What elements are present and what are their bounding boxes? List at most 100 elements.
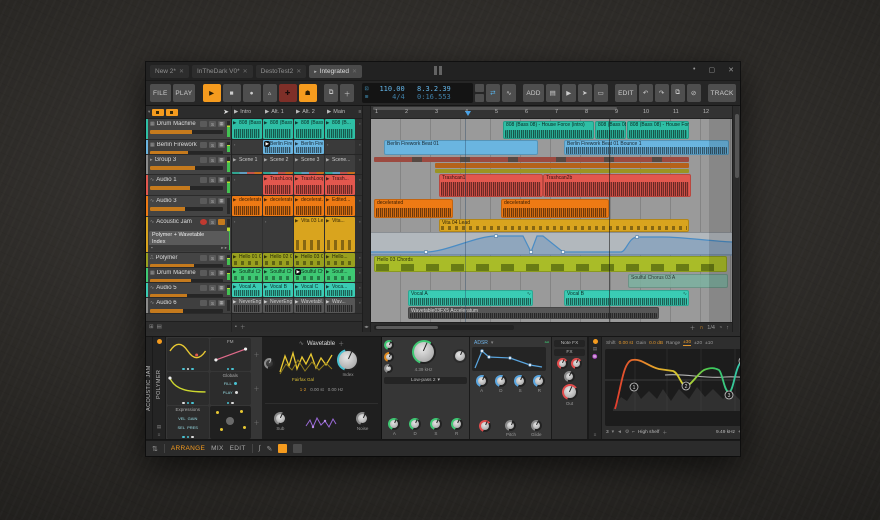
- group-clip-stripe[interactable]: [435, 163, 689, 168]
- arranger-content[interactable]: 808 (Bass 08) - House Force (intro) 808 …: [371, 119, 732, 322]
- arranger-clip[interactable]: decelerated: [374, 199, 453, 218]
- band-type-value[interactable]: High shelf: [638, 430, 659, 435]
- arranger-clip[interactable]: 808 (Bass 08) - House Force (intro): [503, 121, 594, 139]
- track-name[interactable]: Audio 5: [156, 285, 198, 291]
- add-icon[interactable]: ＋: [338, 339, 344, 348]
- solo-button[interactable]: S: [209, 177, 216, 183]
- clip-slot[interactable]: ▶Vocal B: [263, 283, 293, 297]
- chevron-down-icon[interactable]: ▾: [491, 340, 494, 346]
- globals-cell[interactable]: Globals FILL PLAY: [210, 372, 252, 405]
- track-name[interactable]: Audio 3: [156, 198, 198, 204]
- monitor-button[interactable]: ▦: [218, 255, 225, 261]
- glide-knob[interactable]: [531, 420, 542, 431]
- chevron-down-icon[interactable]: ▾: [612, 430, 614, 435]
- xy-cursor-icon[interactable]: [226, 417, 234, 425]
- undo-button[interactable]: ↶: [639, 84, 653, 102]
- song-time[interactable]: 0:16.553: [417, 93, 451, 101]
- pres-button[interactable]: PRES: [187, 425, 198, 430]
- clip-play-icon[interactable]: ▶: [326, 176, 329, 182]
- track-row[interactable]: ▸Group 3S▦: [146, 155, 231, 175]
- group-scene-slot[interactable]: ▶Scene 1: [232, 155, 262, 174]
- clip-slot[interactable]: ▶TrashLoop1: [263, 175, 293, 195]
- play-menu-button[interactable]: PLAY: [173, 84, 196, 102]
- clip-slot[interactable]: ▶808 (B...: [325, 119, 355, 139]
- clip-slot[interactable]: ▶Vita...: [325, 217, 355, 252]
- monitor-button[interactable]: ▦: [218, 121, 225, 127]
- gain-value[interactable]: 0.0 dB: [649, 341, 663, 346]
- clip-play-icon[interactable]: ▶: [264, 120, 267, 126]
- xy-pad-cell[interactable]: [210, 406, 252, 439]
- clip-play-icon[interactable]: ▶: [326, 254, 329, 260]
- timeline-ruler[interactable]: 1 2 3 4 5 6 7 8 9 10 11 12: [371, 106, 732, 119]
- clip-play-icon[interactable]: ▶: [264, 299, 267, 305]
- clip-slot[interactable]: ▶808 (Bass...: [294, 119, 324, 139]
- tab-mix[interactable]: MIX: [211, 445, 223, 452]
- clip-play-icon[interactable]: ▶: [264, 176, 267, 182]
- track-name[interactable]: Berlin Firework Kit: [157, 142, 198, 148]
- preset-icon[interactable]: ▤: [593, 346, 597, 352]
- group-clip-stripe[interactable]: [435, 169, 689, 173]
- clip-play-icon[interactable]: ▶: [326, 218, 329, 224]
- track-options-icon[interactable]: ▾: [148, 109, 150, 115]
- clip-slot[interactable]: ▶Vocal C: [294, 283, 324, 297]
- clip-slot[interactable]: ▶Hello 01 C...: [232, 253, 262, 267]
- edit-menu-button[interactable]: EDIT: [615, 84, 636, 102]
- range-10-button[interactable]: ±10: [705, 341, 713, 346]
- mute-button[interactable]: [200, 198, 207, 204]
- monitor-button[interactable]: ▦: [218, 270, 225, 276]
- group-scene-slot[interactable]: ▶Scene 2: [263, 155, 293, 174]
- clip-slot-playing[interactable]: ▶Soulful Cho...: [294, 268, 324, 282]
- env-a-knob[interactable]: [388, 418, 400, 430]
- automation-curve-icon[interactable]: ∫: [259, 445, 261, 452]
- track-row[interactable]: ∿Audio 1S▦: [146, 175, 231, 196]
- clip-play-icon[interactable]: ▶: [264, 197, 267, 203]
- track-name[interactable]: Audio 6: [156, 300, 198, 306]
- fill-button[interactable]: ∿: [502, 84, 516, 102]
- arranger-clip[interactable]: Berlin Firework Beat 01 Bounce 1: [564, 140, 729, 155]
- clip-slot[interactable]: ▶Hello 03 C...: [294, 253, 324, 267]
- arranger-clip[interactable]: Vocal B∿: [564, 290, 689, 306]
- list-icon[interactable]: ▤: [157, 324, 162, 330]
- oscillator-cell[interactable]: [167, 338, 209, 371]
- clip-play-icon[interactable]: ▶: [295, 120, 298, 126]
- clip-play-icon[interactable]: ▶: [326, 284, 329, 290]
- device-panel-toggle[interactable]: [293, 444, 302, 453]
- track-name[interactable]: Audio 1: [156, 177, 198, 183]
- clip-play-icon[interactable]: ▶: [233, 120, 236, 126]
- polymer-header-strip[interactable]: POLYMER ▤ ≡: [153, 337, 166, 439]
- song-position[interactable]: 8.3.2.39: [417, 85, 451, 93]
- fill-button[interactable]: FILL: [224, 381, 232, 386]
- automation-lane[interactable]: [371, 232, 732, 255]
- track-row[interactable]: ▦Drum MachineS▦: [146, 119, 231, 140]
- solo-button[interactable]: S: [209, 300, 216, 306]
- project-tab[interactable]: DestoTest2✕: [256, 65, 307, 78]
- clip-slot[interactable]: ▶NeverEngin...: [263, 298, 293, 313]
- clip-slot[interactable]: ▶Hello...: [325, 253, 355, 267]
- link-icon[interactable]: ⚯: [545, 340, 549, 346]
- close-tab-icon[interactable]: ✕: [296, 68, 301, 75]
- close-tab-icon[interactable]: ✕: [179, 68, 184, 75]
- clip-slot[interactable]: ▶Wavetabl...: [294, 298, 324, 313]
- playhead-marker[interactable]: [465, 111, 471, 116]
- arranger-clip[interactable]: Trashcan2b: [543, 174, 691, 197]
- clip-slot[interactable]: ▶808 (Bass...: [232, 119, 262, 139]
- expand-icons[interactable]: ▸ ▸: [221, 245, 227, 252]
- project-tab[interactable]: New 2*✕: [150, 65, 189, 78]
- prev-band-icon[interactable]: ◄: [617, 430, 622, 435]
- tab-edit[interactable]: EDIT: [230, 445, 246, 452]
- clip-play-icon[interactable]: ▶: [295, 197, 298, 203]
- follow-icon[interactable]: ↑: [726, 325, 729, 331]
- volume-slider[interactable]: [150, 130, 223, 134]
- wavetable-display[interactable]: [278, 350, 334, 376]
- minimize-icon[interactable]: •: [693, 66, 695, 74]
- sub-knob[interactable]: [274, 412, 287, 425]
- nudge-button[interactable]: [475, 94, 484, 102]
- empty-clip-slot[interactable]: ▪: [232, 175, 262, 195]
- adaptive-grid-icon[interactable]: ◔: [719, 325, 722, 331]
- monitor-button[interactable]: ▦: [218, 300, 225, 306]
- adsr-r-knob[interactable]: [533, 375, 545, 387]
- clip-play-icon[interactable]: ▶: [295, 176, 298, 182]
- zoom-add-icon[interactable]: ＋: [690, 324, 696, 332]
- arranger-clip[interactable]: Berlin Firework Beat 01: [384, 140, 538, 155]
- empty-clip-slot[interactable]: ▪: [232, 140, 262, 154]
